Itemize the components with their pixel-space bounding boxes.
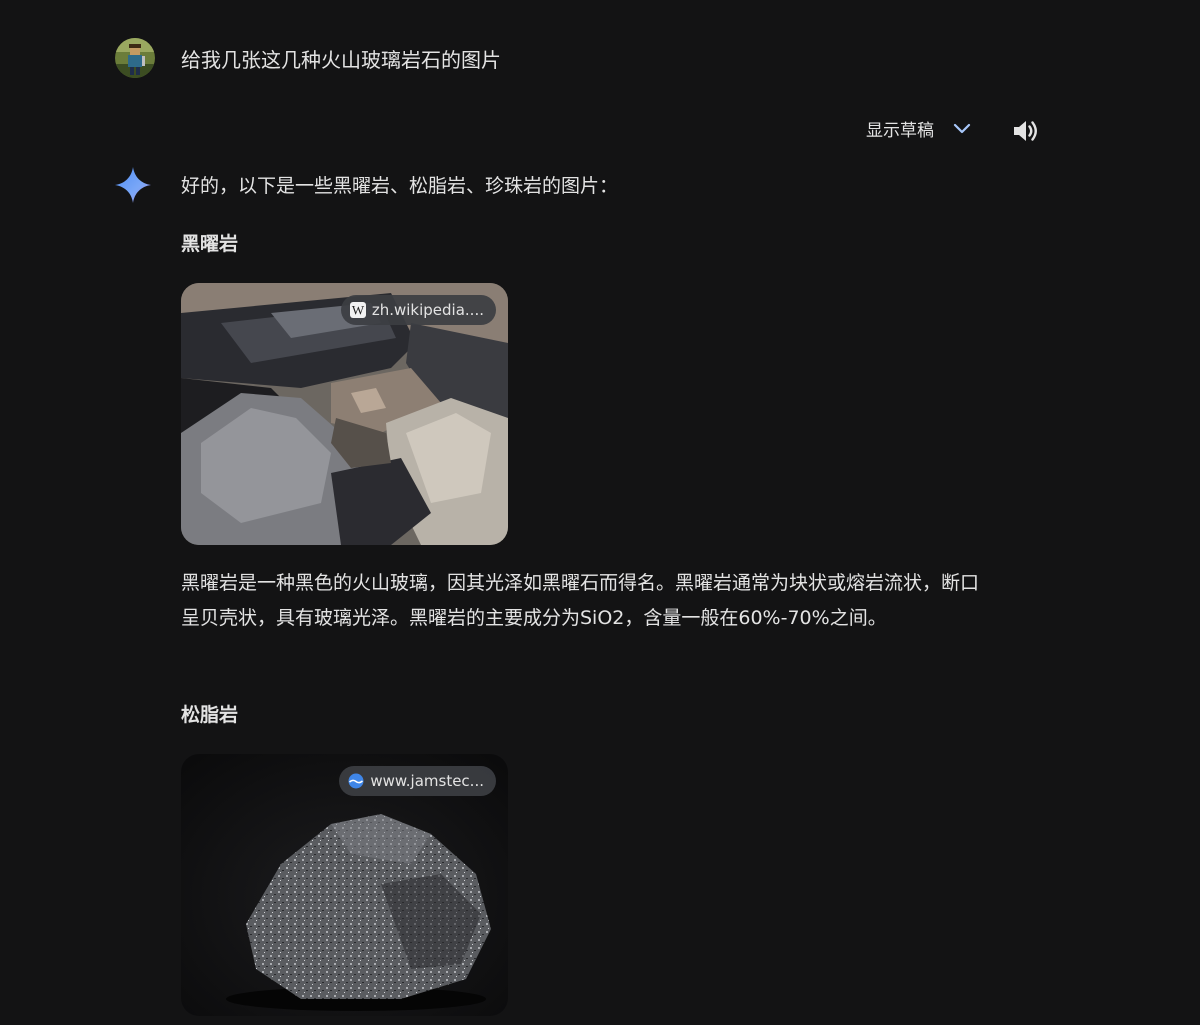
speaker-icon[interactable] [1012, 118, 1040, 144]
section-heading-obsidian: 黑曜岩 [181, 233, 239, 255]
globe-icon [348, 773, 364, 789]
user-message-text: 给我几张这几种火山玻璃岩石的图片 [181, 47, 501, 72]
show-drafts-label: 显示草稿 [866, 121, 934, 141]
svg-text:W: W [352, 303, 365, 318]
obsidian-description: 黑曜岩是一种黑色的火山玻璃，因其光泽如黑曜石而得名。黑曜岩通常为块状或熔岩流状，… [181, 572, 980, 629]
response-body: 好的，以下是一些黑曜岩、松脂岩、珍珠岩的图片： 黑曜岩 W zh.wikiped… [181, 170, 981, 1016]
show-drafts-button[interactable]: 显示草稿 [866, 116, 972, 141]
image-source-chip[interactable]: W zh.wikipedia.... [340, 295, 496, 325]
user-avatar[interactable] [115, 38, 155, 78]
pitchstone-image[interactable]: www.jamstec... [181, 754, 508, 1016]
user-message-row: 给我几张这几种火山玻璃岩石的图片 [115, 38, 501, 78]
image-source-label: zh.wikipedia.... [371, 301, 484, 319]
section-heading-pitchstone: 松脂岩 [181, 704, 239, 726]
image-source-chip[interactable]: www.jamstec... [339, 766, 496, 796]
image-source-label: www.jamstec... [370, 772, 484, 790]
response-intro: 好的，以下是一些黑曜岩、松脂岩、珍珠岩的图片： [181, 175, 619, 197]
chat-page: 给我几张这几种火山玻璃岩石的图片 显示草稿 好的，以下是一些黑曜岩、松脂岩、珍珠… [0, 0, 1200, 1025]
obsidian-image[interactable]: W zh.wikipedia.... [181, 283, 508, 545]
gemini-spark-icon [115, 167, 151, 203]
wikipedia-icon: W [349, 302, 366, 318]
chevron-down-icon [953, 123, 971, 133]
